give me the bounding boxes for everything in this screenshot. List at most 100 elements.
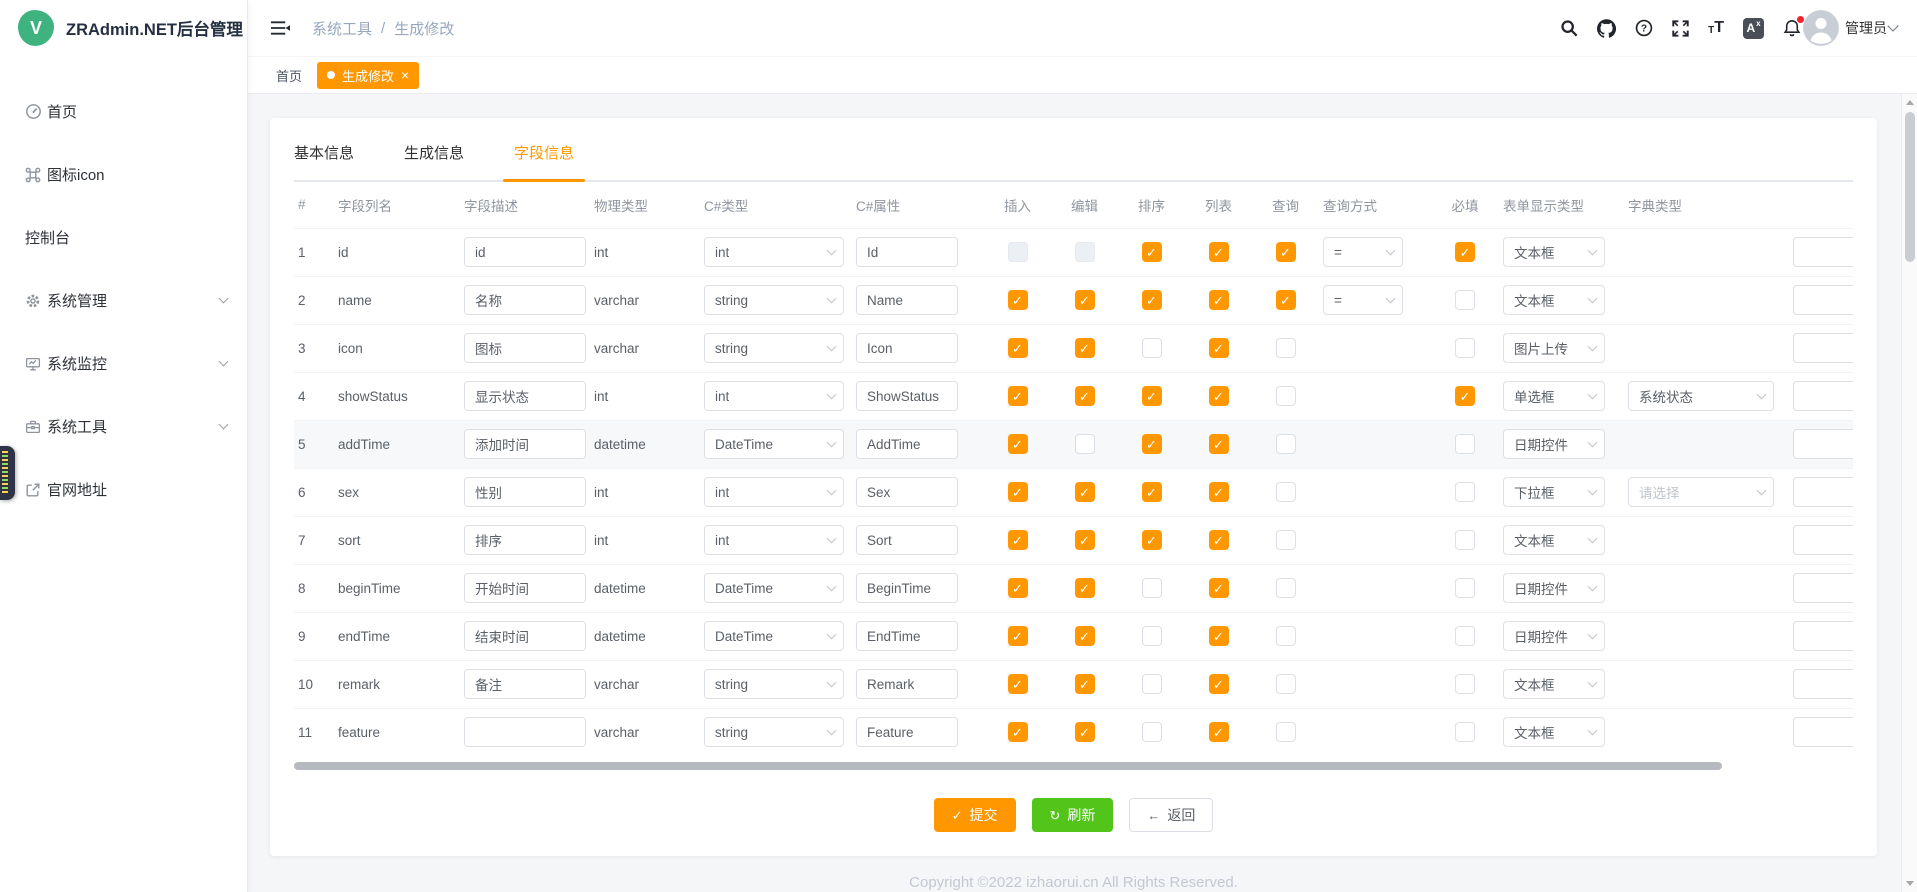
insert-checkbox[interactable]: ✓ (1008, 386, 1028, 406)
desc-input[interactable] (464, 525, 586, 555)
user-name[interactable]: 管理员 (1845, 18, 1887, 38)
insert-checkbox[interactable]: ✓ (1008, 722, 1028, 742)
query-checkbox[interactable] (1276, 338, 1296, 358)
display-type-select[interactable]: 日期控件 (1503, 429, 1605, 459)
query-checkbox[interactable]: ✓ (1276, 290, 1296, 310)
extra-input[interactable] (1793, 285, 1853, 315)
list-checkbox[interactable]: ✓ (1209, 434, 1229, 454)
cs-type-select[interactable]: string (704, 285, 844, 315)
sidebar-item-1[interactable]: 首页 (0, 80, 247, 143)
display-type-select[interactable]: 单选框 (1503, 381, 1605, 411)
query-checkbox[interactable] (1276, 386, 1296, 406)
sort-checkbox[interactable] (1142, 338, 1162, 358)
desc-input[interactable] (464, 333, 586, 363)
sort-checkbox[interactable]: ✓ (1142, 434, 1162, 454)
extra-input[interactable] (1793, 237, 1853, 267)
display-type-select[interactable]: 图片上传 (1503, 333, 1605, 363)
extra-input[interactable] (1793, 573, 1853, 603)
sort-checkbox[interactable]: ✓ (1142, 242, 1162, 262)
tab-2[interactable]: 生成信息 (404, 142, 464, 180)
avatar[interactable] (1803, 10, 1839, 46)
insert-checkbox[interactable]: ✓ (1008, 290, 1028, 310)
sort-checkbox[interactable]: ✓ (1142, 386, 1162, 406)
edit-checkbox[interactable]: ✓ (1075, 530, 1095, 550)
list-checkbox[interactable]: ✓ (1209, 242, 1229, 262)
desc-input[interactable] (464, 429, 586, 459)
tab-3[interactable]: 字段信息 (514, 142, 574, 180)
list-checkbox[interactable]: ✓ (1209, 482, 1229, 502)
cs-type-select[interactable]: string (704, 669, 844, 699)
display-type-select[interactable]: 文本框 (1503, 669, 1605, 699)
required-checkbox[interactable] (1455, 626, 1475, 646)
edit-checkbox[interactable]: ✓ (1075, 386, 1095, 406)
vertical-scrollbar-thumb[interactable] (1905, 112, 1915, 262)
edit-checkbox[interactable] (1075, 242, 1095, 262)
required-checkbox[interactable] (1455, 290, 1475, 310)
vertical-scrollbar[interactable] (1901, 94, 1917, 892)
insert-checkbox[interactable]: ✓ (1008, 626, 1028, 646)
edit-checkbox[interactable]: ✓ (1075, 290, 1095, 310)
cs-prop-input[interactable] (856, 669, 958, 699)
extra-input[interactable] (1793, 477, 1853, 507)
desc-input[interactable] (464, 669, 586, 699)
sidebar-item-5[interactable]: 系统监控 (0, 332, 247, 395)
horizontal-scrollbar-thumb[interactable] (294, 762, 1722, 770)
required-checkbox[interactable]: ✓ (1455, 386, 1475, 406)
query-checkbox[interactable]: ✓ (1276, 242, 1296, 262)
list-checkbox[interactable]: ✓ (1209, 290, 1229, 310)
list-checkbox[interactable]: ✓ (1209, 530, 1229, 550)
sidebar-item-7[interactable]: 官网地址 (0, 458, 247, 521)
menu-fold-icon[interactable] (270, 20, 290, 36)
extra-input[interactable] (1793, 669, 1853, 699)
cs-type-select[interactable]: DateTime (704, 573, 844, 603)
horizontal-scrollbar[interactable] (294, 762, 1853, 770)
collapsed-panel-handle[interactable] (0, 446, 15, 500)
edit-checkbox[interactable]: ✓ (1075, 578, 1095, 598)
cs-prop-input[interactable] (856, 525, 958, 555)
cs-prop-input[interactable] (856, 285, 958, 315)
query-checkbox[interactable] (1276, 530, 1296, 550)
sort-checkbox[interactable] (1142, 578, 1162, 598)
tab-1[interactable]: 基本信息 (294, 142, 354, 180)
query-checkbox[interactable] (1276, 434, 1296, 454)
display-type-select[interactable]: 下拉框 (1503, 477, 1605, 507)
required-checkbox[interactable] (1455, 722, 1475, 742)
query-checkbox[interactable] (1276, 674, 1296, 694)
query-checkbox[interactable] (1276, 482, 1296, 502)
cs-type-select[interactable]: DateTime (704, 621, 844, 651)
tag-2[interactable]: 生成修改× (317, 62, 419, 89)
sort-checkbox[interactable] (1142, 722, 1162, 742)
cs-type-select[interactable]: int (704, 477, 844, 507)
cs-type-select[interactable]: int (704, 237, 844, 267)
desc-input[interactable] (464, 621, 586, 651)
edit-checkbox[interactable] (1075, 434, 1095, 454)
query-checkbox[interactable] (1276, 722, 1296, 742)
query-mode-select[interactable]: = (1323, 285, 1403, 315)
sort-checkbox[interactable]: ✓ (1142, 482, 1162, 502)
display-type-select[interactable]: 文本框 (1503, 237, 1605, 267)
scroll-down-arrow[interactable] (1906, 881, 1914, 886)
insert-checkbox[interactable]: ✓ (1008, 482, 1028, 502)
sort-checkbox[interactable]: ✓ (1142, 290, 1162, 310)
desc-input[interactable] (464, 477, 586, 507)
list-checkbox[interactable]: ✓ (1209, 386, 1229, 406)
required-checkbox[interactable] (1455, 530, 1475, 550)
edit-checkbox[interactable]: ✓ (1075, 338, 1095, 358)
cs-prop-input[interactable] (856, 429, 958, 459)
extra-input[interactable] (1793, 381, 1853, 411)
sort-checkbox[interactable] (1142, 674, 1162, 694)
display-type-select[interactable]: 文本框 (1503, 717, 1605, 747)
translate-icon[interactable]: Ax (1743, 18, 1764, 39)
insert-checkbox[interactable]: ✓ (1008, 434, 1028, 454)
display-type-select[interactable]: 日期控件 (1503, 573, 1605, 603)
extra-input[interactable] (1793, 717, 1853, 747)
sidebar-item-3[interactable]: 控制台 (0, 206, 247, 269)
query-checkbox[interactable] (1276, 626, 1296, 646)
required-checkbox[interactable] (1455, 338, 1475, 358)
sidebar-item-2[interactable]: 图标icon (0, 143, 247, 206)
sort-checkbox[interactable]: ✓ (1142, 530, 1162, 550)
sidebar-item-6[interactable]: 系统工具 (0, 395, 247, 458)
dict-type-select[interactable]: 系统状态 (1628, 381, 1774, 411)
edit-checkbox[interactable]: ✓ (1075, 674, 1095, 694)
cs-prop-input[interactable] (856, 717, 958, 747)
